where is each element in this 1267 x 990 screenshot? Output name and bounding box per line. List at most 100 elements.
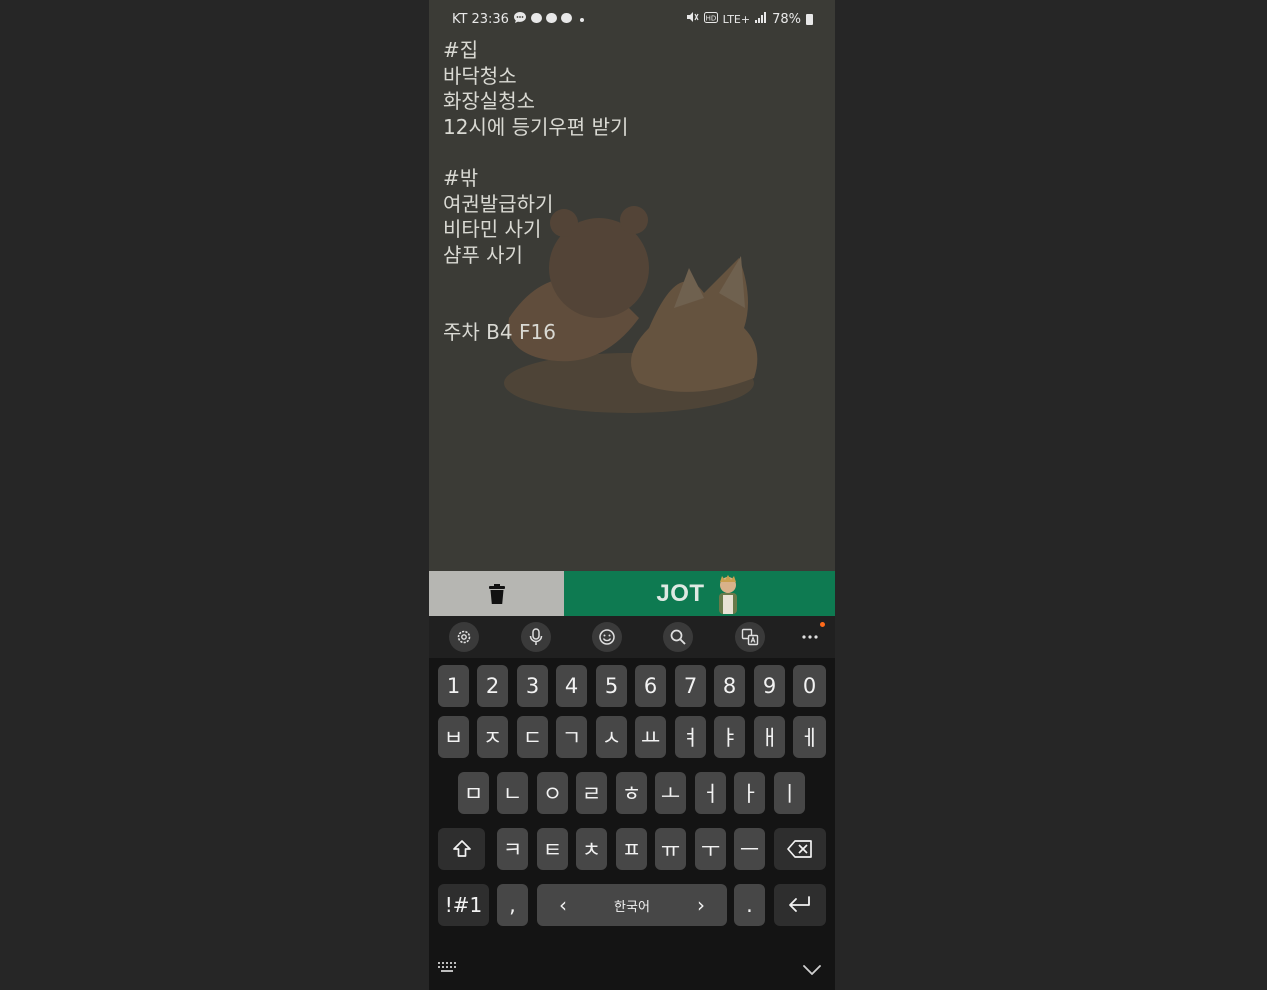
key[interactable]: ㅑ xyxy=(714,716,745,758)
key[interactable]: ㅛ xyxy=(635,716,666,758)
keyboard-settings-button[interactable] xyxy=(449,622,479,652)
chat-notification-icon xyxy=(513,11,527,28)
translate-icon xyxy=(741,628,759,646)
battery-percent: 78% xyxy=(772,11,801,27)
key[interactable]: ㅔ xyxy=(793,716,826,758)
key[interactable]: 2 xyxy=(477,665,508,707)
status-right: HD LTE+ 78% xyxy=(686,11,813,27)
signal-icon xyxy=(755,11,767,27)
key[interactable]: ㅅ xyxy=(596,716,627,758)
key[interactable]: ㅣ xyxy=(774,772,805,814)
phone-screen: KT 23:36 HD LTE+ 78% #집 바닥청소 화장실청소 12시에 … xyxy=(429,0,835,990)
network-type-label: LTE+ xyxy=(722,12,751,26)
game-notification-icon xyxy=(530,12,542,27)
trash-icon xyxy=(488,583,505,604)
key[interactable]: ㅇ xyxy=(537,772,568,814)
key[interactable]: 0 xyxy=(793,665,826,707)
emoji-icon xyxy=(599,629,615,645)
note-line: 비타민 사기 xyxy=(443,217,542,242)
microphone-icon xyxy=(529,628,543,645)
carrier-label: KT xyxy=(452,12,468,27)
more-notifications-dot xyxy=(579,17,584,22)
status-bar: KT 23:36 HD LTE+ 78% xyxy=(429,0,835,38)
key[interactable]: ㅁ xyxy=(458,772,489,814)
key[interactable]: ㅓ xyxy=(695,772,726,814)
voice-input-button[interactable] xyxy=(521,622,551,652)
key[interactable]: 3 xyxy=(517,665,548,707)
key[interactable]: 9 xyxy=(754,665,785,707)
keyboard-search-button[interactable] xyxy=(663,622,693,652)
note-line: #집 xyxy=(443,38,479,62)
action-bar: JOT xyxy=(429,571,835,616)
svg-text:HD: HD xyxy=(705,14,716,22)
key[interactable]: ㅕ xyxy=(675,716,706,758)
emoji-button[interactable] xyxy=(592,622,622,652)
key[interactable]: ㄴ xyxy=(497,772,528,814)
key[interactable]: 5 xyxy=(596,665,627,707)
key[interactable]: ㅏ xyxy=(734,772,765,814)
more-icon xyxy=(802,635,818,639)
key[interactable]: ㄱ xyxy=(556,716,587,758)
key[interactable]: ㅋ xyxy=(497,828,528,870)
symbols-key[interactable]: !#1 xyxy=(438,884,489,926)
enter-key[interactable] xyxy=(774,884,826,926)
shift-key[interactable] xyxy=(438,828,485,870)
keyboard-switch-icon[interactable] xyxy=(438,959,458,978)
clock: 23:36 xyxy=(471,12,509,27)
note-text: #집 바닥청소 화장실청소 12시에 등기우편 받기 #밖 여권발급하기 비타민… xyxy=(443,38,628,345)
enter-icon xyxy=(789,896,810,912)
key[interactable]: 1 xyxy=(438,665,469,707)
key[interactable]: ㄷ xyxy=(517,716,548,758)
key[interactable]: ㅡ xyxy=(734,828,765,870)
translate-button[interactable] xyxy=(735,622,765,652)
key[interactable]: ㅍ xyxy=(616,828,647,870)
chevron-right-icon: › xyxy=(696,893,705,917)
game-notification-icon xyxy=(545,12,557,27)
note-line: #밖 xyxy=(443,165,479,190)
key[interactable]: ㅠ xyxy=(655,828,686,870)
period-key[interactable]: . xyxy=(734,884,765,926)
key[interactable]: ㅂ xyxy=(438,716,469,758)
delete-button[interactable] xyxy=(429,571,564,616)
key[interactable]: ㅌ xyxy=(537,828,568,870)
battery-icon xyxy=(806,13,813,25)
jot-mascot-icon xyxy=(718,574,737,614)
game-notification-icon xyxy=(560,12,572,27)
hd-voice-icon: HD xyxy=(703,11,718,27)
key[interactable]: 7 xyxy=(675,665,706,707)
jot-label: JOT xyxy=(656,579,705,607)
backspace-icon xyxy=(787,840,812,858)
key[interactable]: ㅗ xyxy=(655,772,686,814)
comma-key[interactable]: , xyxy=(497,884,528,926)
gear-icon xyxy=(457,630,471,644)
key[interactable]: ㅈ xyxy=(477,716,508,758)
key[interactable]: 4 xyxy=(556,665,587,707)
mute-icon xyxy=(686,11,699,27)
key[interactable]: ㅐ xyxy=(754,716,785,758)
space-key[interactable]: ‹ 한국어 › xyxy=(537,884,727,926)
language-label: 한국어 xyxy=(614,899,650,915)
notification-dot xyxy=(820,622,825,627)
hide-keyboard-icon[interactable] xyxy=(803,960,821,979)
shift-icon xyxy=(452,840,471,857)
note-line xyxy=(443,268,628,294)
note-editor[interactable]: #집 바닥청소 화장실청소 12시에 등기우편 받기 #밖 여권발급하기 비타민… xyxy=(429,38,835,571)
chevron-left-icon: ‹ xyxy=(559,893,567,917)
note-line: 12시에 등기우편 받기 xyxy=(443,114,629,139)
jot-button[interactable]: JOT xyxy=(564,571,835,616)
note-line: 화장실청소 xyxy=(443,89,535,114)
key[interactable]: ㅎ xyxy=(616,772,647,814)
key[interactable]: ㅜ xyxy=(695,828,726,870)
key[interactable]: ㄹ xyxy=(576,772,607,814)
backspace-key[interactable] xyxy=(774,828,826,870)
keyboard-toolbar xyxy=(429,616,835,658)
note-line: 샴푸 사기 xyxy=(443,242,523,267)
note-line xyxy=(443,294,628,320)
note-line: 주차 B4 F16 xyxy=(443,319,556,344)
note-line xyxy=(443,140,628,166)
key[interactable]: 8 xyxy=(714,665,745,707)
keyboard: 1 2 3 4 5 6 7 8 9 0 ㅂ ㅈ ㄷ ㄱ ㅅ ㅛ ㅕ ㅑ ㅐ ㅔ … xyxy=(429,616,835,990)
status-left: KT 23:36 xyxy=(452,11,584,28)
key[interactable]: 6 xyxy=(635,665,666,707)
key[interactable]: ㅊ xyxy=(576,828,607,870)
